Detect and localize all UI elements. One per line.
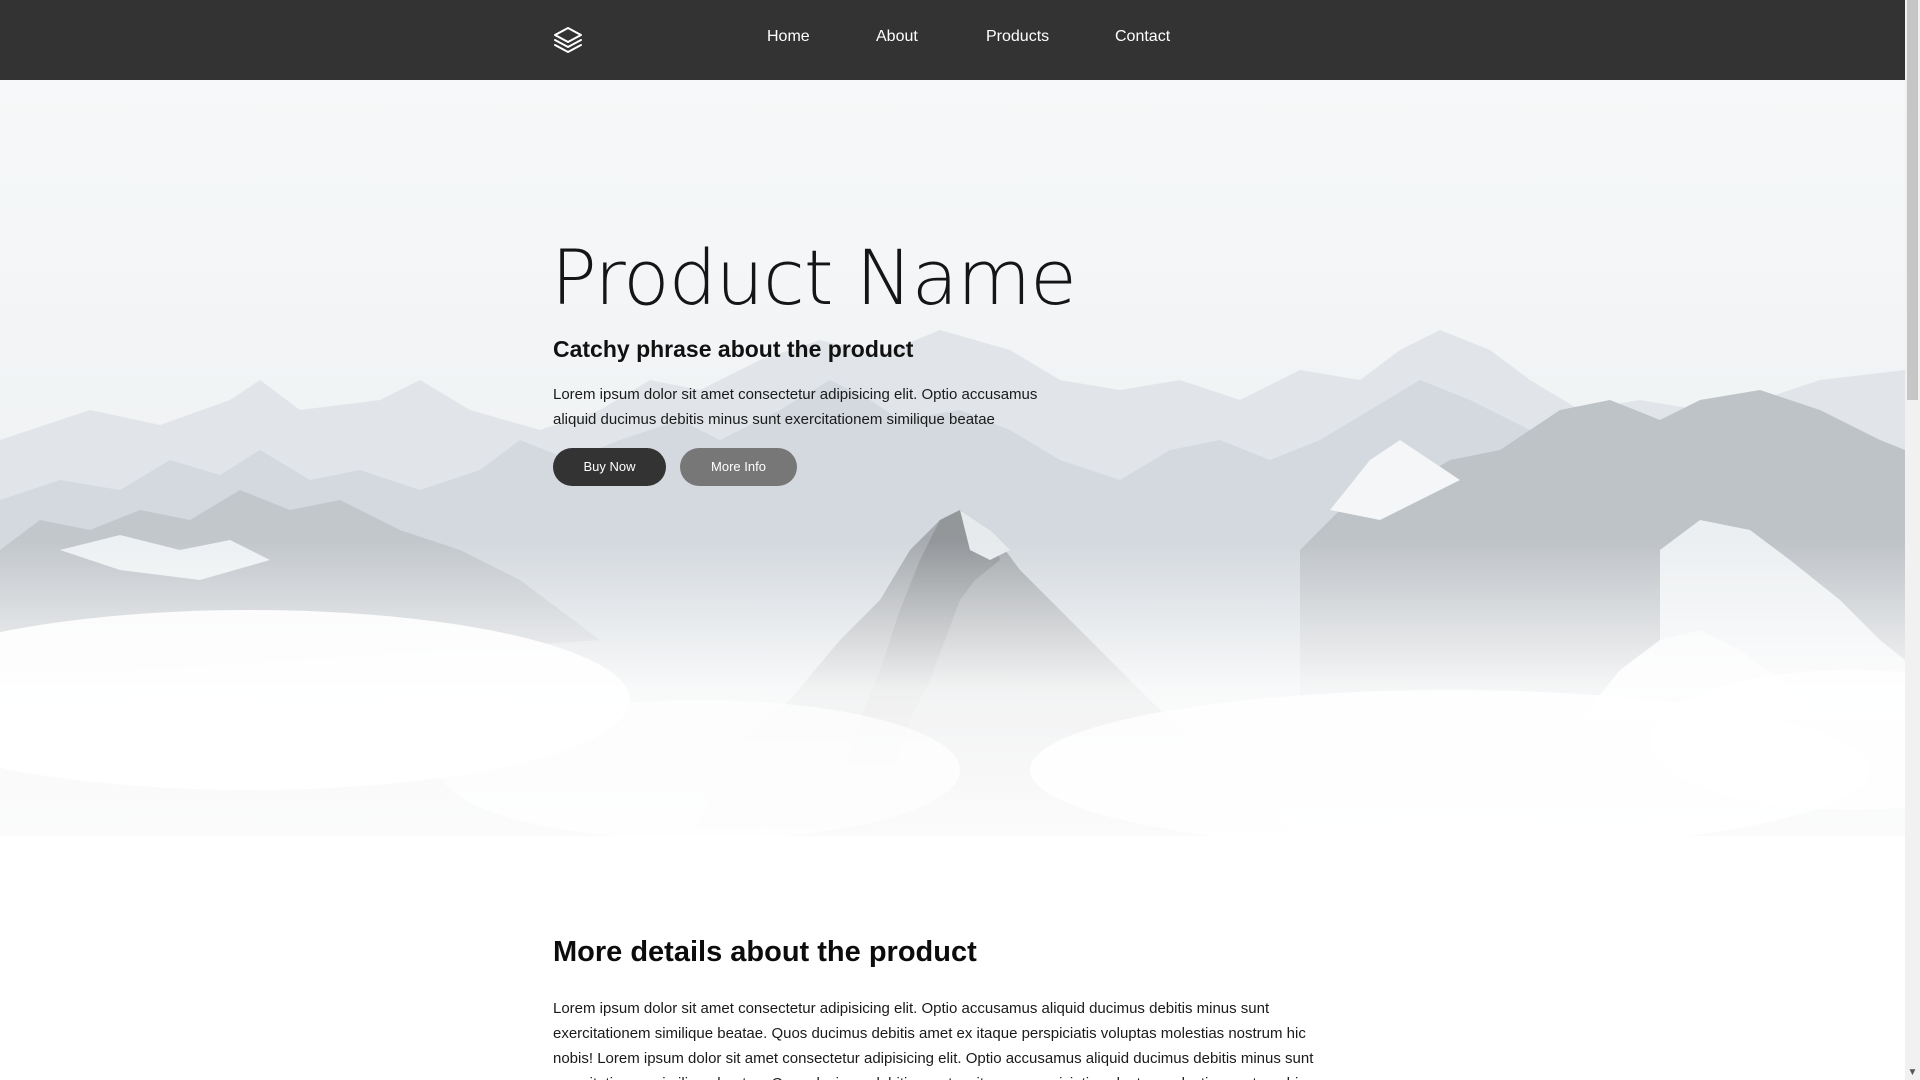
details-text: Lorem ipsum dolor sit amet consectetur a… (553, 1000, 1314, 1080)
hero-description: Lorem ipsum dolor sit amet consectetur a… (553, 386, 1038, 428)
buy-now-button[interactable]: Buy Now (553, 448, 666, 486)
hero-title: Product Name (551, 233, 1077, 322)
nav-link-contact[interactable]: Contact (1115, 28, 1170, 46)
nav-link-about[interactable]: About (876, 28, 918, 46)
more-info-button[interactable]: More Info (680, 448, 797, 486)
page: Home About Products Contact Product Name… (0, 0, 1905, 1080)
hero-subtitle: Catchy phrase about the product (553, 336, 914, 362)
hero-background-image (0, 80, 1905, 836)
scrollbar-thumb[interactable] (1907, 0, 1918, 400)
scroll-down-arrow-icon[interactable]: ▼ (1905, 1065, 1920, 1080)
hero-section: Product Name Catchy phrase about the pro… (0, 80, 1905, 836)
details-section: More details about the product Lorem ips… (0, 836, 1905, 1080)
nav-link-products[interactable]: Products (986, 28, 1049, 46)
nav-links: Home About Products Contact (0, 0, 1905, 80)
page-scrollbar[interactable]: ▼ (1905, 0, 1920, 1080)
details-title: More details about the product (553, 936, 977, 968)
navbar: Home About Products Contact (0, 0, 1905, 80)
nav-link-home[interactable]: Home (767, 28, 810, 46)
